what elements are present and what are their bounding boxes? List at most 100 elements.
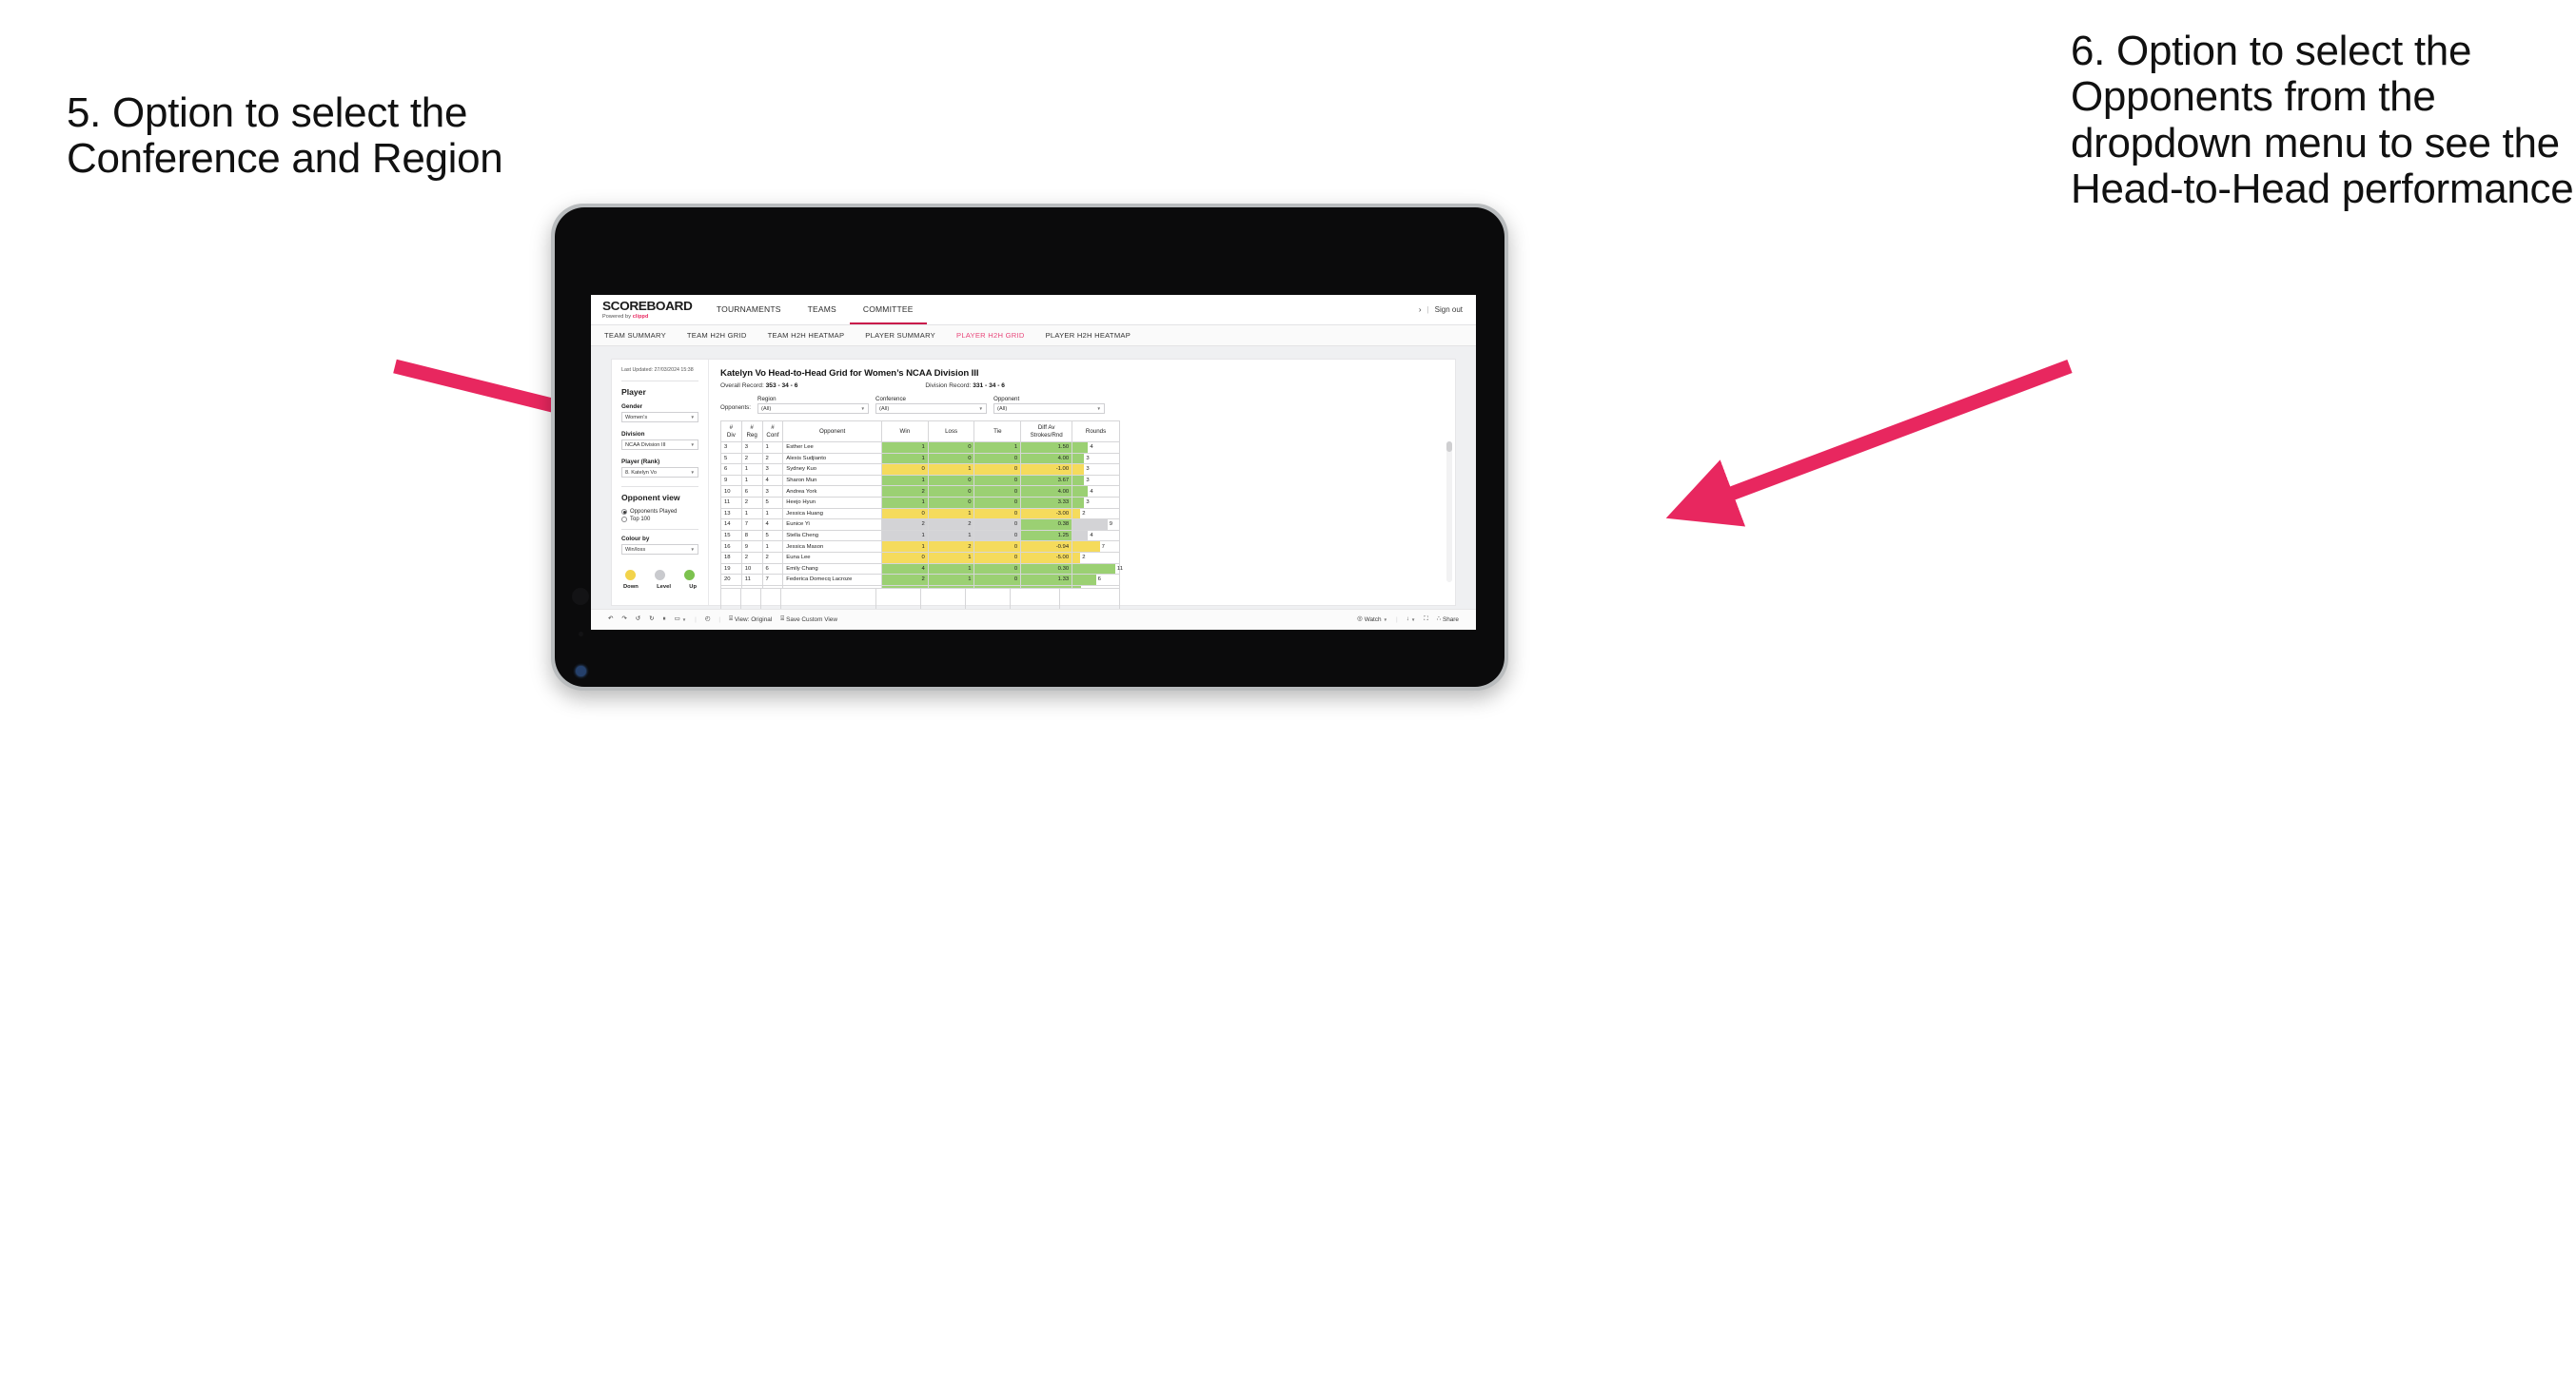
- colour-legend-swatches: [621, 570, 698, 581]
- nav-item-teams[interactable]: TEAMS: [795, 295, 850, 324]
- table-row[interactable]: 3 3 1 Esther Lee 1 0 1 1.50 4: [720, 441, 1120, 454]
- cell-win: 1: [881, 529, 929, 542]
- cell-reg: 6: [740, 485, 763, 498]
- redo-icon[interactable]: ↷: [621, 615, 626, 622]
- radio-opponents-played[interactable]: Opponents Played: [621, 509, 698, 516]
- col-opponent[interactable]: Opponent: [782, 420, 882, 442]
- nav-item-tournaments[interactable]: TOURNAMENTS: [703, 295, 795, 324]
- nav-item-committee[interactable]: COMMITTEE: [849, 295, 927, 324]
- cell-conf: 3: [761, 485, 784, 498]
- tab-player-h2h-heatmap[interactable]: PLAYER H2H HEATMAP: [1046, 331, 1131, 340]
- col-rounds[interactable]: Rounds: [1072, 420, 1120, 442]
- cell-conf: 1: [761, 540, 784, 553]
- cell-conf: 1: [761, 507, 784, 520]
- select-player-rank[interactable]: 8. Katelyn Vo ▼: [621, 467, 698, 478]
- sidebar-title-player: Player: [621, 387, 646, 398]
- cell-loss: 1: [927, 551, 975, 564]
- cell-tie: 0: [973, 474, 1022, 487]
- cell-rounds: 2: [1072, 507, 1120, 520]
- fullscreen-icon[interactable]: ⛶: [1424, 615, 1427, 622]
- tab-player-h2h-grid[interactable]: PLAYER H2H GRID: [956, 331, 1025, 340]
- cell-diff: -0.94: [1020, 540, 1073, 553]
- cell-conf: 4: [761, 474, 784, 487]
- share-button[interactable]: ∴ Share: [1437, 615, 1459, 623]
- revert-icon[interactable]: ↺: [636, 615, 640, 622]
- radio-top-100[interactable]: Top 100: [621, 517, 698, 523]
- table-row[interactable]: 13 1 1 Jessica Huang 0 1 0 -3.00 2: [720, 507, 1120, 520]
- table-row[interactable]: 15 8 5 Stella Cheng 1 1 0 1.25 4: [720, 529, 1120, 542]
- brand-tagline: Powered by clippd: [602, 314, 649, 320]
- cell-win: 1: [881, 540, 929, 553]
- view-original-button[interactable]: ⌸ View: Original: [729, 615, 772, 623]
- col-reg[interactable]: # Reg: [740, 420, 763, 442]
- legend-swatch-up: [684, 570, 695, 581]
- cell-diff: 4.00: [1020, 485, 1073, 498]
- tab-team-summary[interactable]: TEAM SUMMARY: [604, 331, 666, 340]
- sign-out-link[interactable]: Sign out: [1435, 305, 1463, 314]
- cell-opponent: Sharon Mun: [782, 474, 882, 487]
- table-row[interactable]: 10 6 3 Andrea York 2 0 0 4.00 4: [720, 485, 1120, 498]
- chevron-right-icon[interactable]: ›: [1419, 305, 1422, 314]
- cell-div: 15: [720, 529, 742, 542]
- radio-top-100-label: Top 100: [630, 517, 651, 523]
- cell-diff: 3.33: [1020, 496, 1073, 509]
- cell-rounds: 3: [1072, 463, 1120, 476]
- table-row[interactable]: 5 2 2 Alexis Sudjianto 1 0 0 4.00 3: [720, 452, 1120, 465]
- pause-icon[interactable]: ⏸: [662, 615, 665, 622]
- cell-div: 14: [720, 518, 742, 531]
- label-colour-by: Colour by: [621, 536, 650, 543]
- undo-icon[interactable]: ↶: [608, 615, 613, 622]
- table-row[interactable]: 19 10 6 Emily Chang 4 1 0 0.30 11: [720, 562, 1123, 576]
- table-row[interactable]: 6 1 3 Sydney Kuo 0 1 0 -1.00 3: [720, 463, 1120, 476]
- tab-player-summary[interactable]: PLAYER SUMMARY: [865, 331, 935, 340]
- records-row: Overall Record: 353 - 34 - 6 Division Re…: [720, 382, 1444, 389]
- annotation-right: 6. Option to select the Opponents from t…: [2071, 28, 2574, 213]
- filter-conference-select[interactable]: (All) ▼: [875, 403, 987, 414]
- grid-scrollbar-thumb[interactable]: [1446, 441, 1452, 452]
- chevron-down-icon: ▼: [690, 442, 695, 448]
- cell-rounds: 2: [1072, 551, 1120, 564]
- screenshot-stage: 5. Option to select the Conference and R…: [0, 0, 2576, 1386]
- cell-diff: -5.00: [1020, 551, 1073, 564]
- cell-div: 3: [720, 441, 742, 454]
- col-div[interactable]: # Div: [720, 420, 742, 442]
- brand-logo[interactable]: SCOREBOARD Powered by clippd: [602, 295, 703, 324]
- col-diff[interactable]: Diff Av Strokes/Rnd: [1020, 420, 1073, 442]
- cell-reg: 11: [740, 574, 763, 586]
- col-tie[interactable]: Tie: [973, 420, 1022, 442]
- annotation-left: 5. Option to select the Conference and R…: [67, 89, 503, 183]
- cell-rounds: 4: [1072, 529, 1120, 542]
- refresh-icon[interactable]: ↻: [649, 615, 654, 622]
- filter-region-select[interactable]: (All) ▼: [757, 403, 869, 414]
- table-row[interactable]: 16 9 1 Jessica Mason 1 2 0 -0.94 7: [720, 540, 1120, 553]
- cell-reg: 8: [740, 529, 763, 542]
- col-win[interactable]: Win: [881, 420, 929, 442]
- cell-tie: 0: [973, 574, 1022, 586]
- alert-icon[interactable]: ◴: [705, 615, 711, 622]
- cell-reg: 1: [740, 507, 763, 520]
- table-row[interactable]: 14 7 4 Eunice Yi 2 2 0 0.38 9: [720, 518, 1120, 531]
- cell-rounds: 6: [1072, 574, 1120, 586]
- watch-button[interactable]: ◎ Watch ▼: [1357, 615, 1387, 623]
- download-icon[interactable]: ↓ ▼: [1406, 615, 1416, 622]
- highlight-icon[interactable]: ▭ ▼: [675, 615, 687, 622]
- select-gender[interactable]: Women’s ▼: [621, 412, 698, 423]
- grid-scrollbar[interactable]: [1446, 441, 1452, 582]
- save-custom-view-button[interactable]: ⌸ Save Custom View: [780, 615, 837, 623]
- table-row[interactable]: 18 2 2 Euna Lee 0 1 0 -5.00 2: [720, 551, 1120, 564]
- table-row[interactable]: 20 11 7 Federica Domecq Lacroze 2 1 0 1.33 6: [720, 574, 1120, 586]
- table-row[interactable]: 11 2 5 Heejo Hyun 1 0 0 3.33 3: [720, 496, 1120, 509]
- col-conf[interactable]: # Conf: [761, 420, 784, 442]
- tab-team-h2h-grid[interactable]: TEAM H2H GRID: [687, 331, 747, 340]
- table-row[interactable]: 9 1 4 Sharon Mun 1 0 0 3.67 3: [720, 474, 1120, 487]
- cell-div: 9: [720, 474, 742, 487]
- filter-opponent-select[interactable]: (All) ▼: [993, 403, 1105, 414]
- cell-win: 0: [881, 507, 929, 520]
- select-colour-by[interactable]: Win/loss ▼: [621, 544, 698, 556]
- cell-diff: 1.50: [1020, 441, 1073, 454]
- tab-team-h2h-heatmap[interactable]: TEAM H2H HEATMAP: [768, 331, 845, 340]
- filter-conference-value: (All): [879, 405, 890, 412]
- cell-diff: 4.00: [1020, 452, 1073, 465]
- select-division[interactable]: NCAA Division III ▼: [621, 439, 698, 451]
- col-loss[interactable]: Loss: [927, 420, 975, 442]
